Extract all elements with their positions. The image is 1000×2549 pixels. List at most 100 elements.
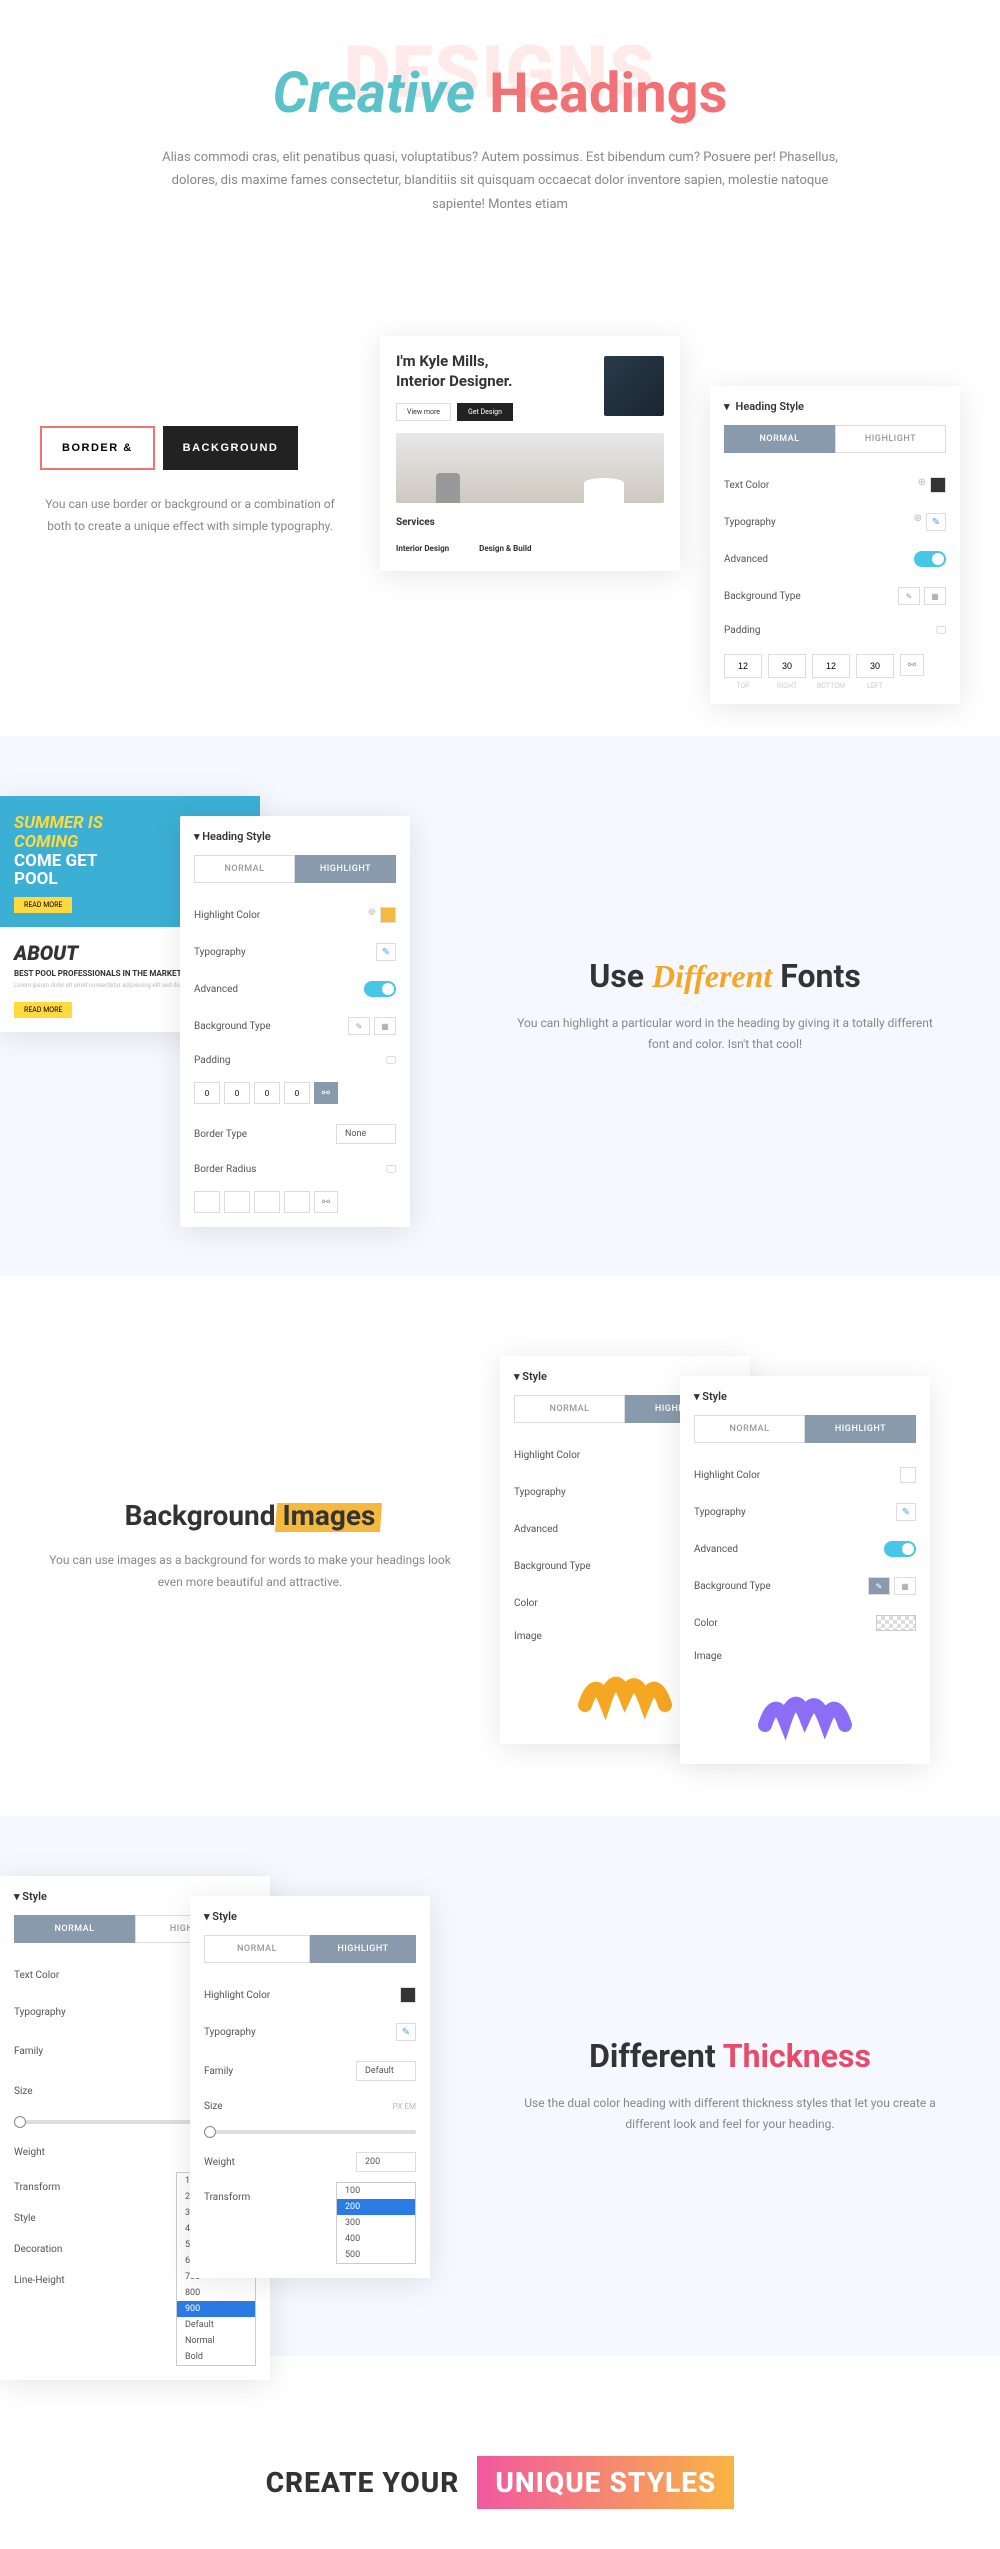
advanced-toggle[interactable] <box>914 551 946 567</box>
services-heading: Services <box>396 517 664 528</box>
bg-classic-icon[interactable]: ✎ <box>868 1577 890 1595</box>
link-icon[interactable]: ⚯ <box>314 1082 338 1104</box>
color-swatch-yellow[interactable] <box>380 907 396 923</box>
tab-highlight[interactable]: HIGHLIGHT <box>835 425 946 453</box>
section4-title: Different Thickness <box>520 2037 940 2075</box>
section3-desc: You can use images as a background for w… <box>40 1550 460 1593</box>
border-button[interactable]: BORDER & <box>40 426 155 470</box>
color-swatch[interactable] <box>900 1467 916 1483</box>
weight-select[interactable]: 200 <box>356 2152 416 2172</box>
tab-highlight[interactable]: HIGHLIGHT <box>295 855 396 883</box>
panel-title: Heading Style <box>736 400 804 413</box>
section1-desc: You can use border or background or a co… <box>40 494 340 537</box>
advanced-toggle[interactable] <box>364 981 396 997</box>
footer-title: CREATE YOUR UNIQUE STYLES <box>20 2456 980 2509</box>
pad-right-input[interactable] <box>768 654 806 678</box>
color-transparent[interactable] <box>876 1615 916 1631</box>
tab-normal[interactable]: NORMAL <box>14 1915 135 1943</box>
size-slider[interactable] <box>204 2130 416 2134</box>
section2-title: Use Different Fonts <box>510 957 940 995</box>
radius-input[interactable] <box>194 1191 220 1213</box>
weight-dropdown-2[interactable]: 100 200 300 400 500 <box>336 2182 416 2264</box>
family-select[interactable]: Default <box>356 2061 416 2081</box>
tab-normal[interactable]: NORMAL <box>204 1935 310 1963</box>
chevron-down-icon[interactable]: ▾ <box>694 1390 700 1403</box>
bg-classic-icon[interactable]: ✎ <box>348 1017 370 1035</box>
bg-image-icon[interactable]: ▦ <box>894 1577 916 1595</box>
read-more-button-2[interactable]: READ MORE <box>14 1002 72 1018</box>
footer-section: CREATE YOUR UNIQUE STYLES <box>0 2356 1000 2549</box>
typography-label: Typography <box>724 517 776 528</box>
chevron-down-icon[interactable]: ▾ <box>204 1910 210 1923</box>
tab-normal[interactable]: NORMAL <box>194 855 295 883</box>
chevron-down-icon[interactable]: ▾ <box>724 400 730 413</box>
section-different-thickness: ▾ Style NORMAL HIGHLIGHT Text Color Typo… <box>0 1816 1000 2356</box>
section4-desc: Use the dual color heading with differen… <box>520 2093 940 2136</box>
pad-top-input[interactable] <box>724 654 762 678</box>
advanced-toggle[interactable] <box>884 1541 916 1557</box>
padding-label: Padding <box>724 625 761 636</box>
section-background-images: Background Images You can use images as … <box>0 1276 1000 1816</box>
pad-bottom-input[interactable] <box>812 654 850 678</box>
pad-input[interactable] <box>224 1082 250 1104</box>
kyle-preview-panel: I'm Kyle Mills, Interior Designer. View … <box>380 336 680 571</box>
section3-title: Background Images <box>40 1499 460 1532</box>
pencil-icon[interactable]: ✎ <box>396 2023 416 2041</box>
pad-input[interactable] <box>194 1082 220 1104</box>
link-icon[interactable]: ⚯ <box>900 654 924 676</box>
heading-style-panel-2: ▾ Heading Style NORMAL HIGHLIGHT Highlig… <box>180 816 410 1227</box>
heading-style-panel: ▾ Heading Style NORMAL HIGHLIGHT Text Co… <box>710 386 960 704</box>
interior-image <box>396 433 664 503</box>
radius-input[interactable] <box>224 1191 250 1213</box>
style-panel-2: ▾ Style NORMAL HIGHLIGHT Highlight Color… <box>680 1376 930 1764</box>
pad-lbl-top: TOP <box>724 682 762 690</box>
advanced-label: Advanced <box>724 554 768 565</box>
chevron-down-icon[interactable]: ▾ <box>14 1890 20 1903</box>
radius-input[interactable] <box>254 1191 280 1213</box>
tab-highlight[interactable]: HIGHLIGHT <box>310 1935 416 1963</box>
color-swatch[interactable] <box>930 477 946 493</box>
get-design-button[interactable]: Get Design <box>457 403 513 421</box>
hero-desc: Alias commodi cras, elit penatibus quasi… <box>160 146 840 216</box>
pad-input[interactable] <box>254 1082 280 1104</box>
pencil-icon[interactable]: ✎ <box>896 1503 916 1521</box>
avatar-image <box>604 356 664 416</box>
bg-type-label: Background Type <box>724 591 801 602</box>
background-button[interactable]: BACKGROUND <box>163 426 299 470</box>
pad-lbl-right: RIGHT <box>768 682 806 690</box>
pad-lbl-bottom: BOTTOM <box>812 682 850 690</box>
tab-normal[interactable]: NORMAL <box>724 425 835 453</box>
read-more-button[interactable]: READ MORE <box>14 897 72 913</box>
bg-image-icon[interactable]: ▦ <box>924 587 946 605</box>
bg-image-icon[interactable]: ▦ <box>374 1017 396 1035</box>
radius-input[interactable] <box>284 1191 310 1213</box>
view-more-button[interactable]: View more <box>396 403 451 421</box>
service-2: Design & Build <box>479 544 531 553</box>
device-icon[interactable]: 🖵 <box>936 625 946 636</box>
scribble-purple[interactable] <box>694 1680 916 1750</box>
tab-highlight[interactable]: HIGHLIGHT <box>805 1415 916 1443</box>
hero-section: DESIGNS Creative Headings Alias commodi … <box>0 0 1000 296</box>
chevron-down-icon[interactable]: ▾ <box>514 1370 520 1383</box>
tab-row: NORMAL HIGHLIGHT <box>724 425 946 453</box>
pencil-icon[interactable]: ✎ <box>376 943 396 961</box>
globe-icon[interactable]: ⊕ <box>914 513 922 531</box>
section-border-background: BORDER & BACKGROUND You can use border o… <box>0 296 1000 736</box>
tab-normal[interactable]: NORMAL <box>514 1395 625 1423</box>
color-swatch[interactable] <box>400 1987 416 2003</box>
border-type-select[interactable]: None <box>336 1124 396 1144</box>
chevron-down-icon[interactable]: ▾ <box>194 830 200 843</box>
weight-panel-2: ▾ Style NORMAL HIGHLIGHT Highlight Color… <box>190 1896 430 2278</box>
globe-icon[interactable]: ⊕ <box>918 477 926 493</box>
link-icon[interactable]: ⚯ <box>314 1191 338 1213</box>
pencil-icon[interactable]: ✎ <box>926 513 946 531</box>
hero-title-coral: Headings <box>489 60 727 126</box>
pad-input[interactable] <box>284 1082 310 1104</box>
section2-desc: You can highlight a particular word in t… <box>510 1013 940 1056</box>
tab-normal[interactable]: NORMAL <box>694 1415 805 1443</box>
hl-color-label: Highlight Color <box>194 910 260 921</box>
pad-left-input[interactable] <box>856 654 894 678</box>
pad-lbl-left: LEFT <box>856 682 894 690</box>
text-color-label: Text Color <box>724 480 769 491</box>
bg-classic-icon[interactable]: ✎ <box>898 587 920 605</box>
